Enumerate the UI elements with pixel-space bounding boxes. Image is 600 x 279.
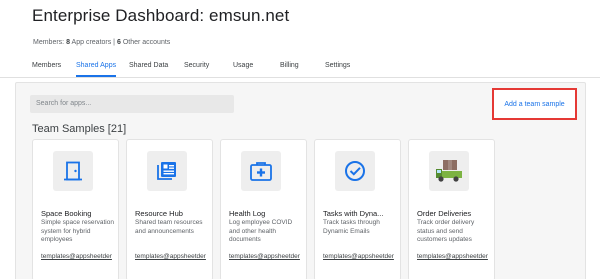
app-card-description: Track order delivery status and send cus… [417, 219, 475, 243]
search-placeholder: Search for apps... [36, 100, 92, 107]
tab-shared-data[interactable]: Shared Data [129, 62, 168, 75]
app-card-description: Simple space reservation system for hybr… [41, 219, 114, 243]
search-input[interactable]: Search for apps... [30, 95, 234, 113]
app-card-title: Order Deliveries [417, 209, 472, 218]
tab-billing[interactable]: Billing [280, 62, 299, 75]
app-card-resource-hub[interactable]: Resource Hub Shared team resources and a… [126, 139, 213, 279]
tab-members[interactable]: Members [32, 62, 61, 75]
app-card-title: Space Booking [41, 209, 92, 218]
add-team-sample-label: Add a team sample [504, 100, 565, 108]
add-team-sample-button[interactable]: Add a team sample [492, 88, 577, 120]
door-icon [53, 151, 93, 191]
app-card-order-deliveries[interactable]: Order Deliveries Track order delivery st… [408, 139, 495, 279]
newspaper-icon [147, 151, 187, 191]
app-card-author-link[interactable]: templates@appsheetder [41, 253, 119, 260]
section-title: Team Samples [21] [32, 123, 127, 135]
members-summary: Members: 8 App creators | 6 Other accoun… [33, 39, 170, 46]
other-accounts-count: 6 [116, 39, 121, 46]
tab-security[interactable]: Security [184, 62, 209, 75]
app-creators-count: 8 [66, 39, 70, 46]
app-card-title: Tasks with Dyna... [323, 209, 384, 218]
tab-usage[interactable]: Usage [233, 62, 253, 75]
tab-bar: Members Shared Apps Shared Data Security… [0, 58, 600, 78]
app-card-title: Resource Hub [135, 209, 183, 218]
app-card-author-link[interactable]: templates@appsheetder [417, 253, 495, 260]
app-card-description: Shared team resources and announcements [135, 219, 203, 235]
app-card-space-booking[interactable]: Space Booking Simple space reservation s… [32, 139, 119, 279]
tab-shared-apps[interactable]: Shared Apps [76, 62, 117, 77]
app-creators-label: App creators | [71, 39, 115, 46]
medical-case-icon [241, 151, 281, 191]
app-card-tasks-dynamic[interactable]: Tasks with Dyna... Track tasks through D… [314, 139, 401, 279]
app-card-description: Log employee COVID and other health docu… [229, 219, 293, 243]
check-circle-icon [335, 151, 375, 191]
app-card-description: Track tasks through Dynamic Emails [323, 219, 380, 235]
tab-settings[interactable]: Settings [325, 62, 350, 75]
app-card-author-link[interactable]: templates@appsheetder [229, 253, 307, 260]
app-card-health-log[interactable]: Health Log Log employee COVID and other … [220, 139, 307, 279]
delivery-truck-icon [429, 151, 469, 191]
other-accounts-label: Other accounts [122, 39, 171, 46]
app-card-author-link[interactable]: templates@appsheetder [323, 253, 401, 260]
members-label: Members: [33, 39, 65, 46]
app-card-title: Health Log [229, 209, 266, 218]
page-title: Enterprise Dashboard: emsun.net [32, 6, 290, 25]
app-card-author-link[interactable]: templates@appsheetder [135, 253, 213, 260]
